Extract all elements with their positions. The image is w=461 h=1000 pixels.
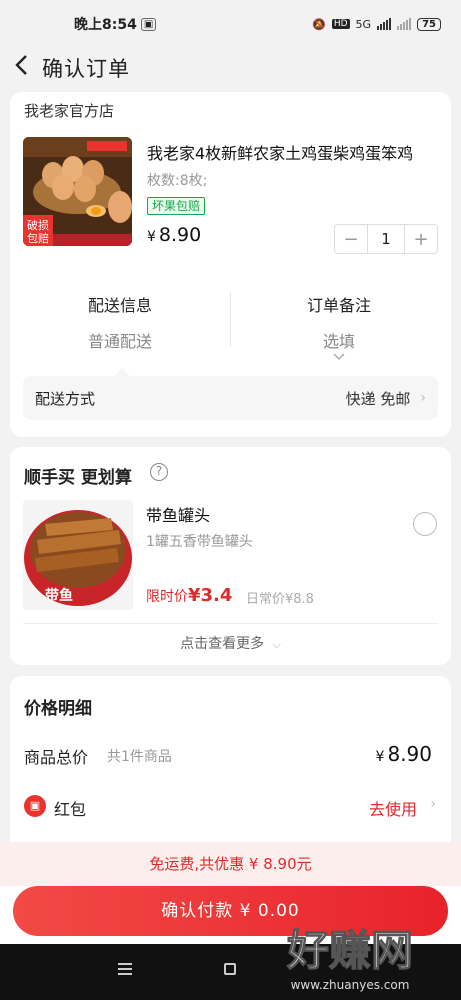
menu-icon[interactable] bbox=[118, 963, 132, 975]
upsell-item-desc: 1罐五香带鱼罐头 bbox=[146, 534, 253, 550]
shipping-method-value: 快递 免邮 bbox=[345, 389, 411, 408]
red-packet-icon: ▣ bbox=[24, 795, 46, 817]
limited-price-value: ¥3.4 bbox=[188, 585, 233, 606]
product-title[interactable]: 我老家4枚新鲜农家土鸡蛋柴鸡蛋笨鸡 bbox=[147, 140, 413, 164]
product-price: ¥8.90 bbox=[147, 224, 201, 246]
quantity-stepper: − 1 + bbox=[334, 224, 438, 254]
upsell-item-name[interactable]: 带鱼罐头 bbox=[146, 502, 210, 526]
savings-banner: 免运费,共优惠 ¥ 8.90元 bbox=[0, 842, 461, 886]
chevron-down-icon: ⌵ bbox=[272, 638, 281, 651]
upsell-product-image[interactable]: 带鱼 bbox=[23, 500, 133, 610]
help-icon[interactable]: ? bbox=[150, 463, 168, 481]
goods-total-amount: 8.90 bbox=[387, 742, 432, 766]
svg-text:包赔: 包赔 bbox=[27, 231, 49, 245]
goods-count: 共1件商品 bbox=[107, 749, 172, 765]
product-spec: 枚数:8枚; bbox=[147, 173, 208, 189]
hd-badge: HD bbox=[331, 19, 350, 29]
currency-symbol: ¥ bbox=[375, 749, 385, 765]
goods-total-label: 商品总价 bbox=[24, 748, 89, 767]
red-packet-label: 红包 bbox=[54, 800, 87, 819]
chevron-right-icon: › bbox=[420, 390, 426, 406]
divider bbox=[230, 292, 231, 347]
chevron-right-icon[interactable]: › bbox=[430, 796, 436, 812]
chevron-down-icon[interactable] bbox=[333, 350, 345, 364]
network-label: 5G bbox=[355, 17, 372, 31]
see-more-label: 点击查看更多 bbox=[180, 636, 265, 652]
svg-text:好赚网: 好赚网 bbox=[286, 926, 413, 975]
divider bbox=[23, 623, 438, 624]
upsell-card: 顺手买 更划算 ? 带鱼 带鱼罐头 1罐五香带鱼罐头 限时价¥3.4 日常价¥8… bbox=[10, 447, 451, 665]
product-image[interactable]: 破损 包赔 bbox=[23, 137, 132, 246]
svg-text:www.zhuanyes.com: www.zhuanyes.com bbox=[291, 978, 410, 992]
delivery-info-value: 普通配送 bbox=[87, 332, 152, 351]
goods-total-value: ¥8.90 bbox=[376, 742, 432, 766]
signal-icon-2 bbox=[397, 18, 412, 30]
delivery-info-label: 配送信息 bbox=[87, 296, 152, 315]
back-arrow-icon[interactable] bbox=[14, 54, 42, 82]
guarantee-tag: 坏果包赔 bbox=[147, 197, 206, 215]
status-bar: 晚上8:54 ▣ 🔕 HD 5G 75 bbox=[0, 0, 461, 48]
clock: 晚上8:54 bbox=[74, 17, 137, 33]
shipping-method-label: 配送方式 bbox=[35, 389, 96, 408]
home-icon[interactable] bbox=[224, 963, 236, 975]
currency-symbol: ¥ bbox=[147, 229, 156, 245]
use-red-packet-link[interactable]: 去使用 bbox=[369, 796, 417, 820]
notification-icon: ▣ bbox=[140, 17, 157, 31]
order-remark-label: 订单备注 bbox=[306, 296, 371, 315]
upsell-limited-price: 限时价¥3.4 bbox=[146, 585, 232, 606]
signal-icon bbox=[377, 18, 392, 30]
mute-icon: 🔕 bbox=[312, 17, 326, 31]
quantity-value[interactable]: 1 bbox=[367, 225, 405, 253]
watermark-logo: 好赚网 www.zhuanyes.com bbox=[250, 915, 450, 997]
increase-button[interactable]: + bbox=[405, 229, 437, 250]
price-value: 8.90 bbox=[158, 224, 202, 246]
shipping-method-row[interactable]: 配送方式 快递 免邮 › bbox=[23, 376, 438, 420]
price-detail-card: 价格明细 商品总价 共1件商品 ¥8.90 ▣ 红包 去使用 › bbox=[10, 676, 451, 856]
order-remark-value: 选填 bbox=[322, 332, 355, 351]
see-more-link[interactable]: 点击查看更多 ⌵ bbox=[10, 633, 451, 653]
battery-icon: 75 bbox=[417, 17, 441, 31]
upsell-title: 顺手买 更划算 bbox=[24, 468, 132, 488]
svg-text:带鱼: 带鱼 bbox=[45, 587, 73, 604]
decrease-button[interactable]: − bbox=[335, 229, 367, 250]
top-nav: 确认订单 bbox=[0, 48, 461, 88]
upsell-select-radio[interactable] bbox=[413, 512, 437, 536]
price-detail-title: 价格明细 bbox=[24, 699, 92, 719]
store-name[interactable]: 我老家官方店 bbox=[24, 100, 114, 121]
svg-text:破损: 破损 bbox=[27, 218, 49, 232]
order-card: 我老家官方店 破损 包赔 我老家4枚新鲜农家土鸡蛋柴鸡蛋笨鸡 枚数:8枚; 坏果… bbox=[10, 92, 451, 437]
page-title: 确认订单 bbox=[42, 57, 130, 81]
order-remark[interactable]: 订单备注 选填 bbox=[239, 292, 439, 352]
upsell-regular-price: 日常价¥8.8 bbox=[246, 592, 314, 607]
limited-price-label: 限时价 bbox=[146, 589, 188, 605]
delivery-info[interactable]: 配送信息 普通配送 bbox=[20, 292, 220, 352]
